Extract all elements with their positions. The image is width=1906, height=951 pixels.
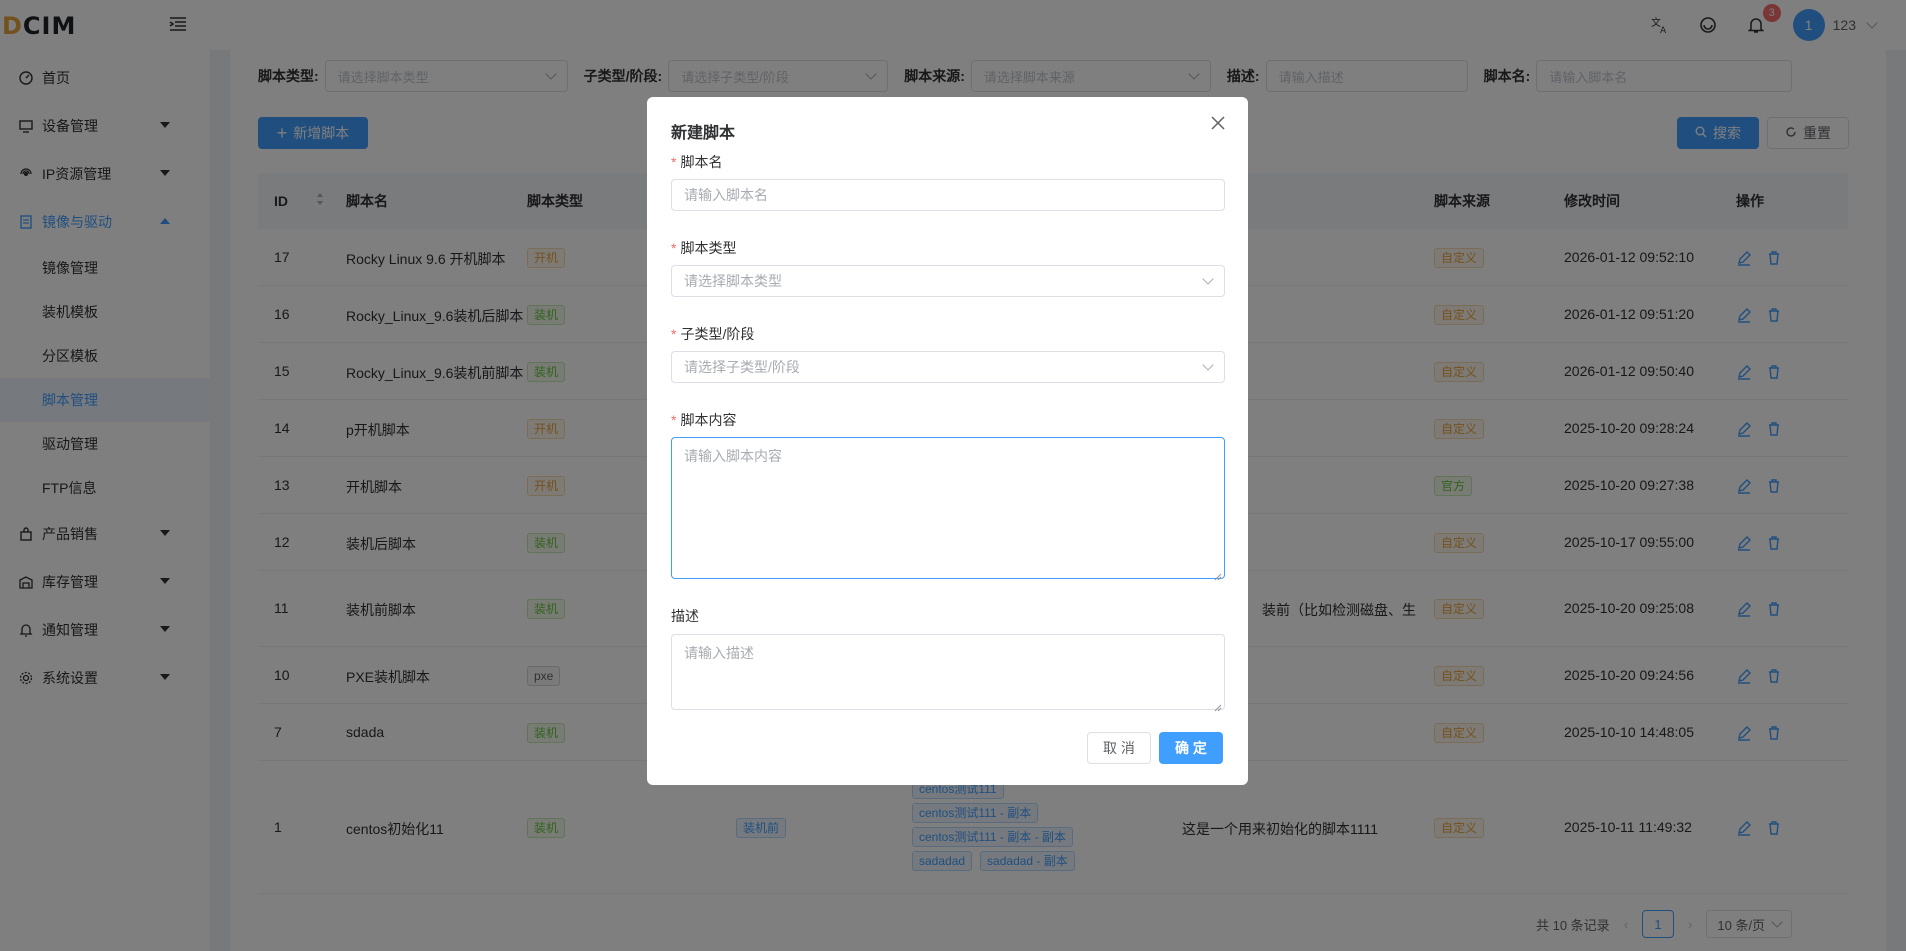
description-textarea[interactable]: 请输入描述 <box>671 634 1225 712</box>
new-script-dialog: 新建脚本 * 脚本名 请输入脚本名 * 脚本类型 请选择脚本类型 * 子类型/阶段 请… <box>647 97 1248 785</box>
script-type-select[interactable]: 请选择脚本类型 <box>671 265 1225 297</box>
resize-handle-icon[interactable] <box>1214 568 1222 581</box>
chevron-down-icon <box>1202 359 1214 371</box>
label-text: 脚本名 <box>680 154 723 170</box>
resize-handle-icon[interactable] <box>1214 699 1222 712</box>
cancel-button[interactable]: 取 消 <box>1087 732 1151 764</box>
close-icon[interactable] <box>1210 115 1228 133</box>
script-name-input[interactable]: 请输入脚本名 <box>671 179 1225 211</box>
label-text: 脚本类型 <box>680 240 737 256</box>
placeholder: 请输入脚本内容 <box>684 448 782 464</box>
subtype-select[interactable]: 请选择子类型/阶段 <box>671 351 1225 383</box>
script-name-label: * 脚本名 <box>671 154 723 170</box>
script-type-label: * 脚本类型 <box>671 240 737 256</box>
placeholder: 请选择脚本类型 <box>684 273 782 289</box>
script-content-textarea[interactable]: 请输入脚本内容 <box>671 437 1225 581</box>
placeholder: 请输入脚本名 <box>684 187 768 203</box>
label-text: 子类型/阶段 <box>680 326 755 342</box>
description-label: 描述 <box>671 608 699 624</box>
placeholder: 请输入描述 <box>684 645 754 661</box>
dialog-title: 新建脚本 <box>671 125 736 142</box>
confirm-button[interactable]: 确 定 <box>1159 732 1223 764</box>
script-content-label: * 脚本内容 <box>671 412 737 428</box>
chevron-down-icon <box>1202 273 1214 285</box>
subtype-label: * 子类型/阶段 <box>671 326 755 342</box>
label-text: 脚本内容 <box>680 412 737 428</box>
placeholder: 请选择子类型/阶段 <box>684 359 800 375</box>
